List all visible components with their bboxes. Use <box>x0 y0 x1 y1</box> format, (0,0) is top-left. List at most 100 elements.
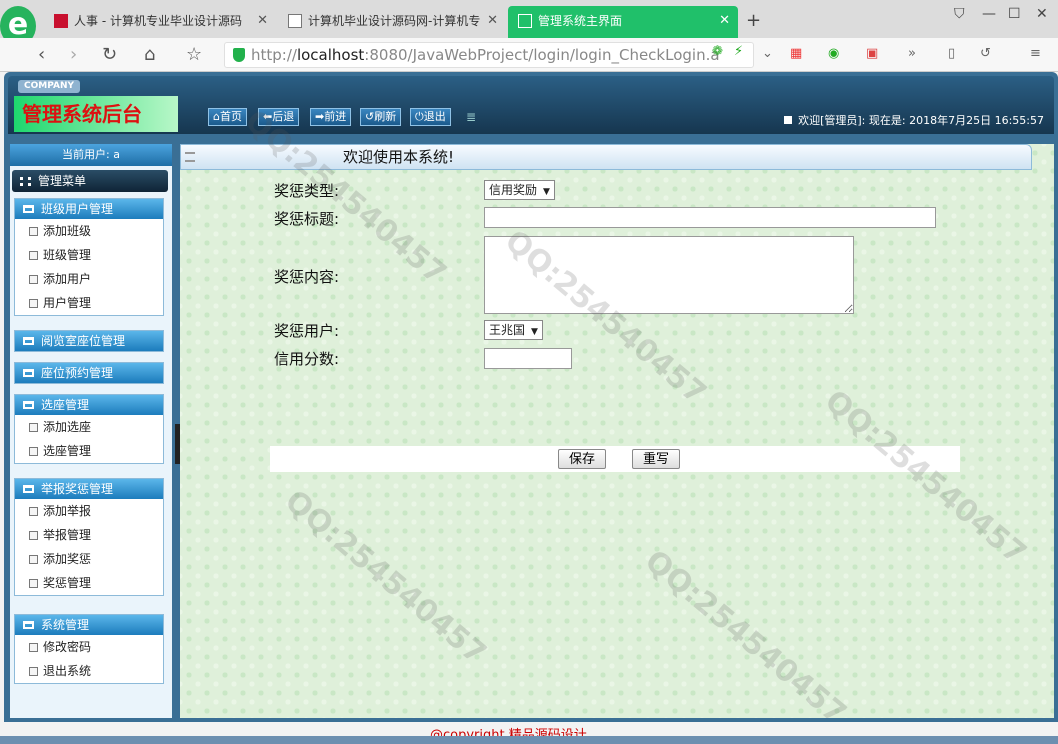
sidebar-item-label: 班级管理 <box>43 248 92 262</box>
menu-group-header[interactable]: 阅览室座位管理 <box>15 331 163 351</box>
arrow-right-icon: ➡ <box>315 110 325 123</box>
menu-group-title: 座位预约管理 <box>41 366 114 380</box>
menu-icon[interactable]: ≡ <box>1030 46 1041 61</box>
content-textarea[interactable] <box>484 236 854 314</box>
menu-group-header[interactable]: 座位预约管理 <box>15 363 163 383</box>
forward-icon[interactable]: › <box>70 44 77 65</box>
doc-icon <box>29 555 38 564</box>
reader-icon[interactable]: ▯ <box>948 46 955 61</box>
back-icon[interactable]: ‹ <box>38 44 45 65</box>
doc-icon <box>29 643 38 652</box>
menu-group-title: 阅览室座位管理 <box>41 334 126 348</box>
new-tab-button[interactable]: + <box>746 10 761 31</box>
close-tab-icon[interactable]: ✕ <box>719 6 730 36</box>
welcome-status: 欢迎[管理员]: 现在是: 2018年7月25日 16:55:57 <box>784 112 1044 128</box>
title-label: 奖惩标题: <box>274 210 340 228</box>
sidebar-item-select-manage[interactable]: 选座管理 <box>15 439 163 463</box>
undo-icon[interactable]: ↺ <box>980 46 991 61</box>
url-host: localhost <box>296 46 365 64</box>
power-icon: ⏻ <box>415 110 424 123</box>
sidebar-item-change-password[interactable]: 修改密码 <box>15 635 163 659</box>
close-tab-icon[interactable]: ✕ <box>257 6 268 36</box>
dropdown-icon[interactable]: ⌄ <box>762 46 773 61</box>
sidebar-item-add-user[interactable]: 添加用户 <box>15 267 163 291</box>
security-icon[interactable]: ◉ <box>828 46 839 61</box>
browser-tab-bar: e 人事 - 计算机专业毕业设计源码 ✕ 计算机毕业设计源码网-计算机专 ✕ 管… <box>0 0 1058 46</box>
more-icon[interactable]: » <box>908 46 916 61</box>
sidebar-item-class-manage[interactable]: 班级管理 <box>15 243 163 267</box>
chevron-down-icon: ▼ <box>543 187 550 197</box>
menu-group-header[interactable]: 举报奖惩管理 <box>15 479 163 499</box>
site-favicon-icon <box>54 14 68 28</box>
page-icon <box>288 14 302 28</box>
reset-button[interactable]: 重写 <box>632 449 681 469</box>
sidebar-item-logout[interactable]: 退出系统 <box>15 659 163 683</box>
favorite-star-icon[interactable]: ☆ <box>186 44 202 65</box>
back-button[interactable]: ⬅后退 <box>258 108 300 126</box>
sidebar-item-user-manage[interactable]: 用户管理 <box>15 291 163 315</box>
exit-button[interactable]: ⏻退出 <box>410 108 451 126</box>
sidebar-item-reward-manage[interactable]: 奖惩管理 <box>15 571 163 595</box>
sidebar-item-report-manage[interactable]: 举报管理 <box>15 523 163 547</box>
sidebar-item-label: 奖惩管理 <box>43 576 92 590</box>
title-bar-icon <box>185 152 195 162</box>
folder-icon <box>23 337 34 345</box>
sidebar-item-add-select[interactable]: 添加选座 <box>15 415 163 439</box>
browser-tab-active[interactable]: 管理系统主界面 ✕ <box>508 6 738 38</box>
reload-icon[interactable]: ↻ <box>102 44 117 65</box>
sidebar-item-label: 用户管理 <box>43 296 92 310</box>
doc-icon <box>29 251 38 260</box>
refresh-button[interactable]: ↺刷新 <box>360 108 402 126</box>
home-button[interactable]: ⌂首页 <box>208 108 247 126</box>
type-select[interactable]: 信用奖励 ▼ <box>484 180 555 200</box>
status-square-icon <box>784 116 793 124</box>
menu-group-seat-booking: 座位预约管理 <box>14 362 164 384</box>
datetime: 2018年7月25日 16:55:57 <box>909 114 1044 127</box>
doc-icon <box>29 531 38 540</box>
content-label: 奖惩内容: <box>274 268 340 286</box>
menu-group-seat-select: 选座管理 添加选座 选座管理 <box>14 394 164 464</box>
save-button[interactable]: 保存 <box>558 449 607 469</box>
sidebar-item-add-class[interactable]: 添加班级 <box>15 219 163 243</box>
main-content: 欢迎使用本系统! 奖惩类型: 信用奖励 ▼ 奖惩标题: 奖惩内容: 奖惩用户: 王… <box>180 144 1054 718</box>
refresh-icon: ↺ <box>365 110 375 123</box>
browser-tab[interactable]: 人事 - 计算机专业毕业设计源码 ✕ <box>44 6 276 38</box>
extension-icon[interactable]: ❁ <box>712 44 723 59</box>
maximize-icon[interactable]: ☐ <box>1008 6 1021 22</box>
minimize-icon[interactable]: — <box>982 6 996 22</box>
main-title: 欢迎使用本系统! <box>343 148 455 166</box>
score-input[interactable] <box>484 348 572 369</box>
exit-label: 退出 <box>423 110 446 123</box>
user-label: 奖惩用户: <box>274 322 340 340</box>
folder-icon <box>23 621 34 629</box>
home-icon[interactable]: ⌂ <box>144 44 155 65</box>
doc-icon <box>29 423 38 432</box>
home-label: 首页 <box>219 110 242 123</box>
refresh-label: 刷新 <box>374 110 397 123</box>
menu-group-header[interactable]: 系统管理 <box>15 615 163 635</box>
skin-icon[interactable]: ⛉ <box>954 6 965 22</box>
page-icon <box>518 14 532 28</box>
menu-group-header[interactable]: 班级用户管理 <box>15 199 163 219</box>
score-label: 信用分数: <box>274 350 340 368</box>
browser-tab[interactable]: 计算机毕业设计源码网-计算机专 ✕ <box>278 6 506 38</box>
forward-button[interactable]: ➡前进 <box>310 108 352 126</box>
company-logo: COMPANY <box>18 80 80 93</box>
lightning-icon[interactable]: ⚡ <box>734 44 743 59</box>
title-input[interactable] <box>484 207 936 228</box>
address-bar[interactable]: http://localhost:8080/JavaWebProject/log… <box>224 42 754 68</box>
sidebar-item-add-reward[interactable]: 添加奖惩 <box>15 547 163 571</box>
doc-icon <box>29 579 38 588</box>
translate-icon[interactable]: ▣ <box>866 46 878 61</box>
close-window-icon[interactable]: ✕ <box>1036 6 1048 22</box>
app-header: COMPANY 管理系统后台 ⌂首页 ⬅后退 ➡前进 ↺刷新 ⏻退出 ≣ 欢迎[… <box>8 76 1054 134</box>
user-select[interactable]: 王兆国 ▼ <box>484 320 543 340</box>
toolbar-separator-icon: ≣ <box>466 110 477 124</box>
system-title: 管理系统后台 <box>14 96 178 132</box>
close-tab-icon[interactable]: ✕ <box>487 6 498 36</box>
sidebar-item-add-report[interactable]: 添加举报 <box>15 499 163 523</box>
doc-icon <box>29 447 38 456</box>
menu-group-header[interactable]: 选座管理 <box>15 395 163 415</box>
apps-icon[interactable]: ▦ <box>790 46 802 61</box>
menu-group-report-reward: 举报奖惩管理 添加举报 举报管理 添加奖惩 奖惩管理 <box>14 478 164 596</box>
